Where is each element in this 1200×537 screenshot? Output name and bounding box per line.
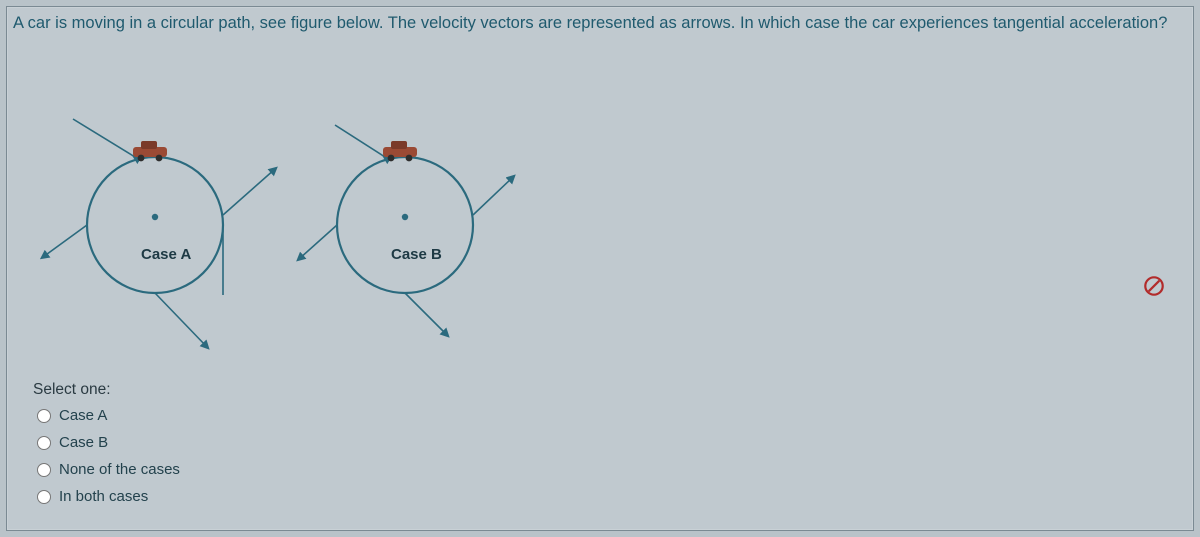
question-text: A car is moving in a circular path, see … [13, 11, 1183, 35]
option-case-a[interactable]: Case A [37, 407, 180, 424]
case-a-label: Case A [141, 246, 191, 263]
car-icon [383, 141, 417, 161]
circular-path-figure: Case A Cas [25, 85, 545, 365]
select-one-label: Select one: [33, 381, 111, 399]
case-b-label: Case B [391, 246, 442, 263]
radio-case-a[interactable] [37, 409, 51, 423]
option-both[interactable]: In both cases [37, 488, 180, 505]
option-label: None of the cases [59, 461, 180, 478]
option-label: In both cases [59, 488, 148, 505]
car-icon [133, 141, 167, 161]
figure-area: Case A Cas [25, 85, 545, 365]
option-label: Case B [59, 434, 108, 451]
option-label: Case A [59, 407, 107, 424]
flag-question-icon[interactable] [1143, 275, 1165, 297]
case-b-diagram: Case B [299, 125, 513, 335]
radio-both[interactable] [37, 490, 51, 504]
option-none[interactable]: None of the cases [37, 461, 180, 478]
case-a-diagram: Case A [43, 119, 275, 351]
options-list: Case A Case B None of the cases In both … [37, 407, 180, 505]
radio-none[interactable] [37, 463, 51, 477]
question-panel: A car is moving in a circular path, see … [6, 6, 1194, 531]
radio-case-b[interactable] [37, 436, 51, 450]
option-case-b[interactable]: Case B [37, 434, 180, 451]
